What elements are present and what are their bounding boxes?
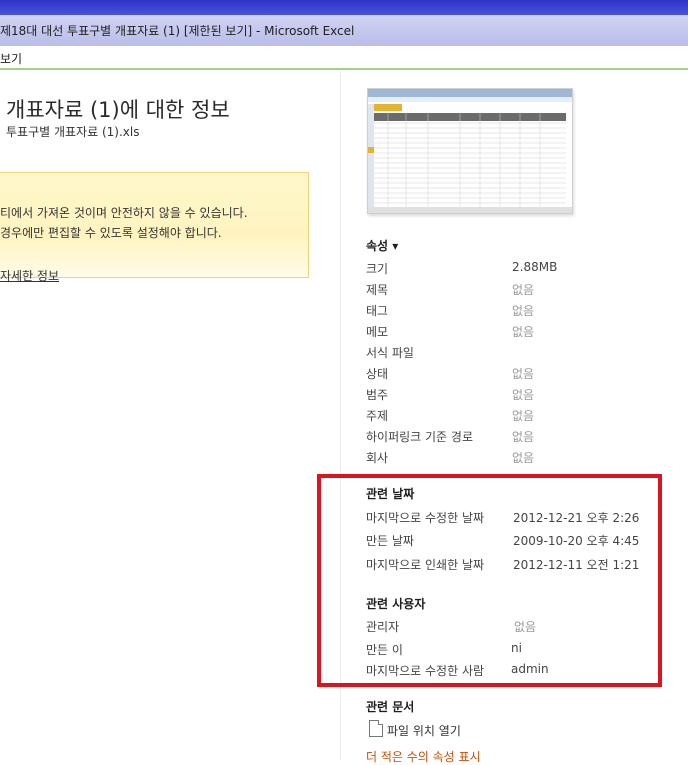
menu-bar: 보기 [0, 46, 688, 70]
related-docs-header: 관련 문서 [366, 700, 415, 714]
info-filename: 투표구별 개표자료 (1).xls [6, 125, 140, 139]
prop-label-category: 범주 [366, 388, 389, 402]
prop-label-company: 회사 [366, 451, 389, 465]
window-titlebar: 제18대 대선 투표구별 개표자료 (1) [제한된 보기] - Microso… [0, 0, 688, 46]
highlight-box [317, 474, 662, 687]
prop-value-company[interactable]: 없음 [512, 449, 534, 466]
prop-label-subject: 주제 [366, 409, 389, 423]
show-fewer-properties-link[interactable]: 더 적은 수의 속성 표시 [366, 748, 481, 765]
warning-line-2: 경우에만 편집할 수 있도록 설정해야 합니다. [0, 226, 222, 240]
prop-label-tags: 태그 [366, 304, 389, 318]
info-panel: 개표자료 (1)에 대한 정보 투표구별 개표자료 (1).xls 티에서 가져… [0, 70, 340, 760]
prop-value-tags[interactable]: 없음 [512, 302, 534, 319]
prop-value-title[interactable]: 없음 [512, 281, 534, 298]
prop-label-title: 제목 [366, 283, 389, 297]
prop-label-status: 상태 [366, 367, 389, 381]
protected-view-warning: 티에서 가져온 것이며 안전하지 않을 수 있습니다. 경우에만 편집할 수 있… [0, 172, 309, 278]
prop-value-hyperlink-base[interactable]: 없음 [512, 428, 534, 445]
prop-label-size: 크기 [366, 262, 389, 276]
prop-label-template: 서식 파일 [366, 346, 414, 360]
prop-value-comments[interactable]: 없음 [512, 323, 534, 340]
prop-value-subject[interactable]: 없음 [512, 407, 534, 424]
titlebar-top-edge [0, 0, 688, 15]
prop-value-status[interactable]: 없음 [512, 365, 534, 382]
document-thumbnail [367, 88, 573, 214]
document-icon [369, 720, 383, 737]
menu-view[interactable]: 보기 [0, 50, 22, 67]
open-file-location-label: 파일 위치 열기 [387, 724, 461, 738]
properties-header[interactable]: 속성 ▾ [366, 237, 398, 254]
prop-value-category[interactable]: 없음 [512, 386, 534, 403]
prop-label-comments: 메모 [366, 325, 389, 339]
window-title: 제18대 대선 투표구별 개표자료 (1) [제한된 보기] - Microso… [0, 24, 355, 38]
warning-line-1: 티에서 가져온 것이며 안전하지 않을 수 있습니다. [0, 206, 248, 220]
info-title: 개표자료 (1)에 대한 정보 [6, 98, 230, 122]
prop-value-size: 2.88MB [512, 260, 558, 274]
prop-label-hyperlink-base: 하이퍼링크 기준 경로 [366, 430, 473, 444]
more-info-link[interactable]: 자세한 정보 [0, 267, 59, 284]
